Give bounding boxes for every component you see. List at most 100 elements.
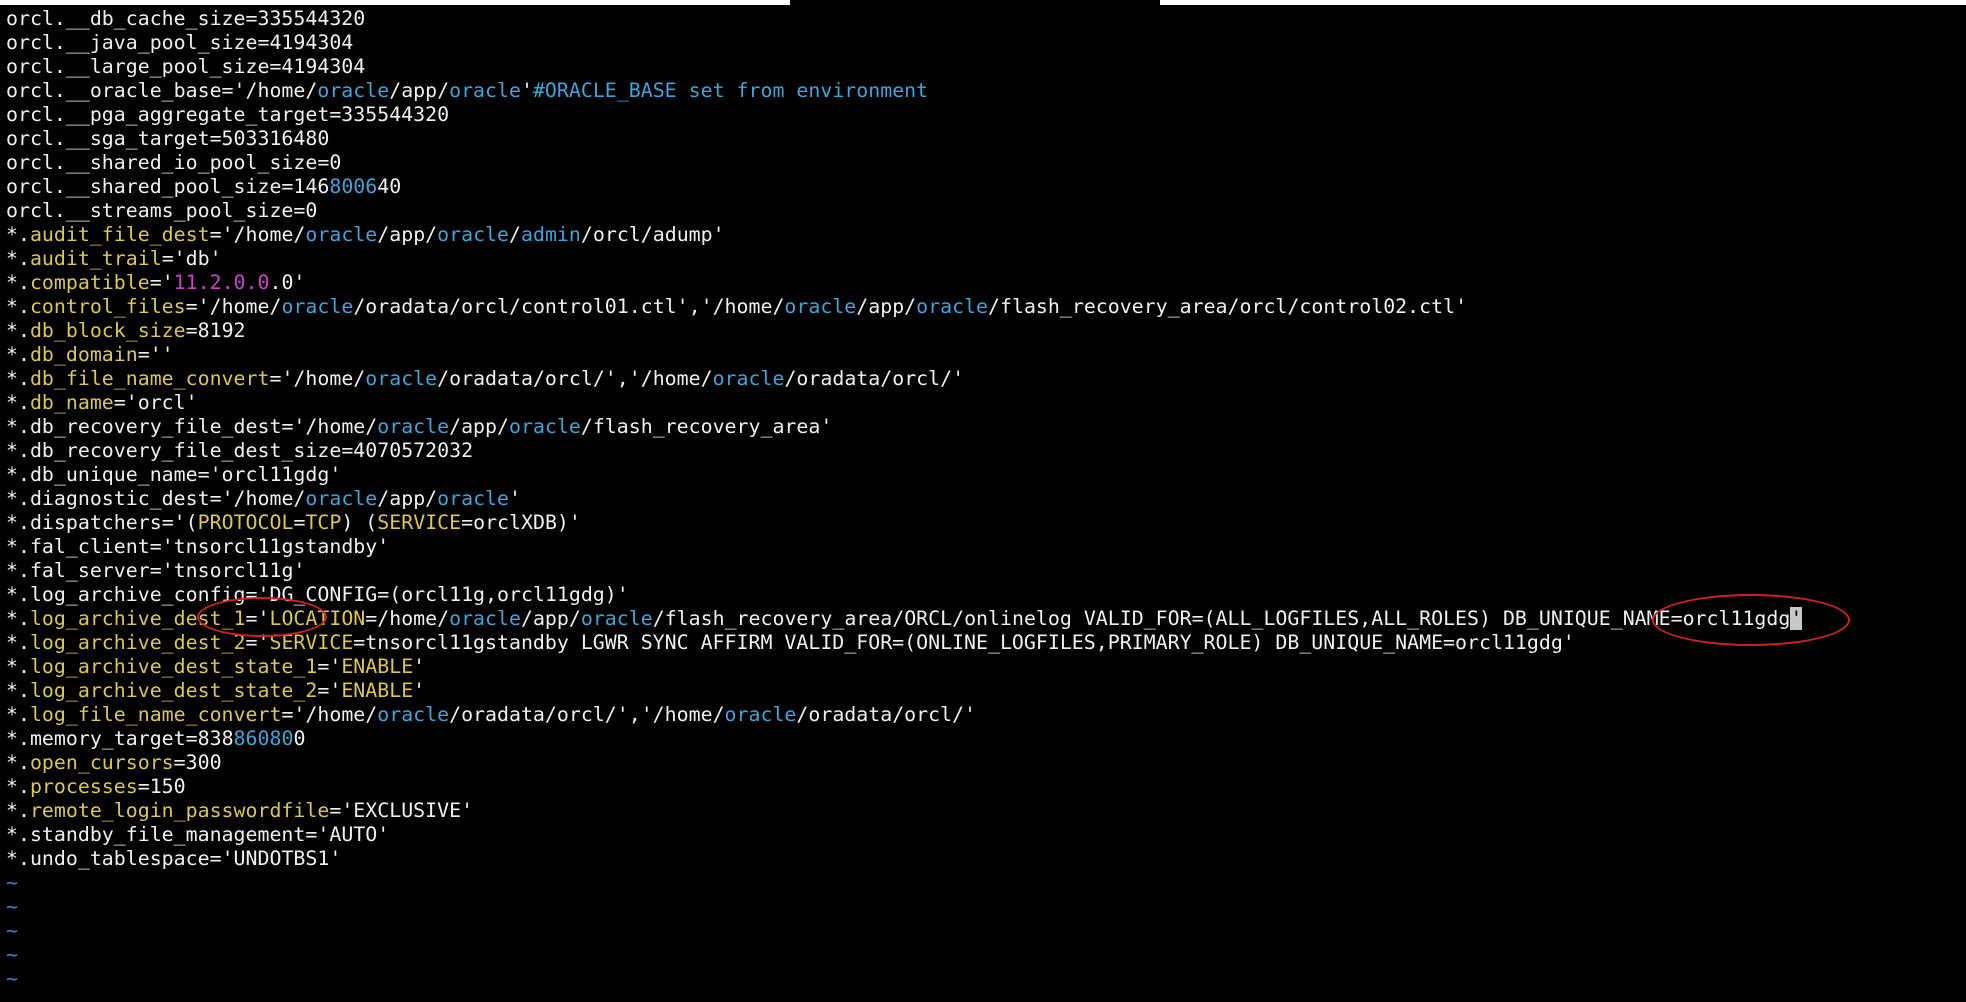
empty-line-marker: ~ <box>6 967 18 990</box>
line-text-segment: /app/ <box>377 487 438 510</box>
line-text-segment: processes <box>29 775 138 798</box>
line-text-segment: log_archive_dest_state_1 <box>29 655 318 678</box>
line-text-segment: ='/home/ <box>269 367 366 390</box>
line-text-segment: *. <box>6 463 30 486</box>
line-text-segment: ENABLE <box>341 655 414 678</box>
config-line: *.db_name='orcl' <box>0 391 1966 415</box>
line-text-segment: =tnsorcl11gstandby LGWR SYNC AFFIRM VALI… <box>353 631 1575 654</box>
config-line: *.log_archive_dest_state_2='ENABLE' <box>0 679 1966 703</box>
line-text-segment: ENABLE <box>341 679 414 702</box>
line-text-segment: oracle <box>377 415 450 438</box>
line-text-segment: oracle <box>724 703 797 726</box>
line-text-segment: orcl.__pga_aggregate_target=335544320 <box>6 103 450 126</box>
line-text-segment: dispatchers <box>29 511 162 534</box>
line-text-segment: /app/ <box>377 223 438 246</box>
line-text-segment: ' <box>413 679 426 702</box>
line-text-segment: db_unique_name <box>29 463 198 486</box>
config-line: *.log_archive_dest_1='LOCATION=/home/ora… <box>0 607 1966 631</box>
line-text-segment: orcl.__streams_pool_size=0 <box>6 199 318 222</box>
line-text-segment: *. <box>6 583 30 606</box>
line-text-segment: db_name <box>29 391 114 414</box>
line-text-segment: ='/home/ <box>185 295 282 318</box>
line-text-segment: ='UNDOTBS1' <box>209 847 342 870</box>
line-text-segment: =' <box>245 607 270 630</box>
line-text-segment: oracle <box>437 223 510 246</box>
config-line: orcl.__shared_io_pool_size=0 <box>0 151 1966 175</box>
line-text-segment: log_archive_dest_1 <box>29 607 246 630</box>
line-text-segment: *. <box>6 391 30 414</box>
line-text-segment: *. <box>6 271 30 294</box>
config-line: *.undo_tablespace='UNDOTBS1' <box>0 847 1966 871</box>
window-top-edge <box>0 0 1966 5</box>
line-text-segment: =' <box>245 631 270 654</box>
line-text-segment: oracle <box>784 295 857 318</box>
line-text-segment: *. <box>6 727 30 750</box>
line-text-segment: SERVICE <box>269 631 354 654</box>
line-text-segment: admin <box>521 223 581 246</box>
config-line: *.log_archive_dest_2='SERVICE=tnsorcl11g… <box>0 631 1966 655</box>
line-text-segment: oracle <box>509 415 581 438</box>
line-text-segment: ='EXCLUSIVE' <box>329 799 474 822</box>
line-text-segment: =300 <box>173 751 222 774</box>
line-text-segment: /oradata/orcl/','/home/ <box>449 703 725 726</box>
line-text-segment: db_recovery_file_dest <box>29 415 282 438</box>
line-text-segment: ' <box>509 487 521 510</box>
line-text-segment: /flash_recovery_area/orcl/control02.ctl' <box>988 295 1468 318</box>
line-text-segment: orcl.__oracle_base='/home/ <box>6 79 318 102</box>
line-text-segment: *. <box>6 247 30 270</box>
vi-editor-buffer[interactable]: orcl.__db_cache_size=335544320 orcl.__jav… <box>0 7 1966 1002</box>
line-text-segment: #ORACLE_BASE set from environment <box>532 79 929 102</box>
line-text-segment: *. <box>6 223 30 246</box>
config-line: *.remote_login_passwordfile='EXCLUSIVE' <box>0 799 1966 823</box>
line-text-segment: LOCATION <box>269 607 366 630</box>
config-line: *.fal_client='tnsorcl11gstandby' <box>0 535 1966 559</box>
empty-line-marker: ~ <box>6 919 18 942</box>
line-text-segment: *. <box>6 439 30 462</box>
line-text-segment: oracle <box>449 79 521 102</box>
line-text-segment: *. <box>6 775 30 798</box>
line-text-segment: ='/home/ <box>281 703 378 726</box>
line-text-segment: ='db' <box>161 247 222 270</box>
line-text-segment: control_files <box>29 295 186 318</box>
config-line: orcl.__oracle_base='/home/oracle/app/ora… <box>0 79 1966 103</box>
line-text-segment: oracle <box>365 367 438 390</box>
line-text-segment: ='( <box>161 511 198 534</box>
line-text-segment: log_archive_dest_2 <box>29 631 246 654</box>
line-text-segment: *. <box>6 295 30 318</box>
config-line: *.open_cursors=300 <box>0 751 1966 775</box>
config-line: orcl.__pga_aggregate_target=335544320 <box>0 103 1966 127</box>
line-text-segment: fal_server <box>29 559 150 582</box>
line-text-segment: 11.2.0.0 <box>173 271 270 294</box>
config-line: *.compatible='11.2.0.0.0' <box>0 271 1966 295</box>
line-text-segment: *. <box>6 559 30 582</box>
line-text-segment: audit_trail <box>29 247 162 270</box>
line-text-segment: oracle <box>305 223 378 246</box>
line-text-segment: *. <box>6 607 30 630</box>
line-text-segment: =orclXDB)' <box>461 511 581 534</box>
line-text-segment: /app/ <box>449 415 509 438</box>
line-text-segment: db_domain <box>29 343 138 366</box>
line-text-segment: 8006 <box>329 175 378 198</box>
config-line: *.log_file_name_convert='/home/oracle/or… <box>0 703 1966 727</box>
config-line: *.db_domain='' <box>0 343 1966 367</box>
line-text-segment: /flash_recovery_area/ORCL/onlinelog VALI… <box>652 607 1791 630</box>
window-tab-strip-left <box>0 0 790 5</box>
config-line: *.diagnostic_dest='/home/oracle/app/orac… <box>0 487 1966 511</box>
line-text-segment: open_cursors <box>29 751 174 774</box>
line-text-segment: /orcl/adump' <box>580 223 725 246</box>
config-line: *.memory_target=838860800 <box>0 727 1966 751</box>
line-text-segment: ='AUTO' <box>305 823 390 846</box>
line-text-segment: oracle <box>916 295 989 318</box>
line-text-segment: oracle <box>712 367 785 390</box>
line-text-segment: *. <box>6 487 30 510</box>
line-text-segment: *. <box>6 631 30 654</box>
config-line: *.audit_file_dest='/home/oracle/app/orac… <box>0 223 1966 247</box>
line-text-segment: oracle <box>281 295 354 318</box>
line-text-segment: =150 <box>137 775 186 798</box>
line-text-segment: oracle <box>305 487 378 510</box>
line-text-segment: oracle <box>449 607 521 630</box>
config-line: *.db_recovery_file_dest='/home/oracle/ap… <box>0 415 1966 439</box>
config-line: *.processes=150 <box>0 775 1966 799</box>
line-text-segment: memory_target <box>29 727 186 750</box>
line-text-segment: *. <box>6 319 30 342</box>
